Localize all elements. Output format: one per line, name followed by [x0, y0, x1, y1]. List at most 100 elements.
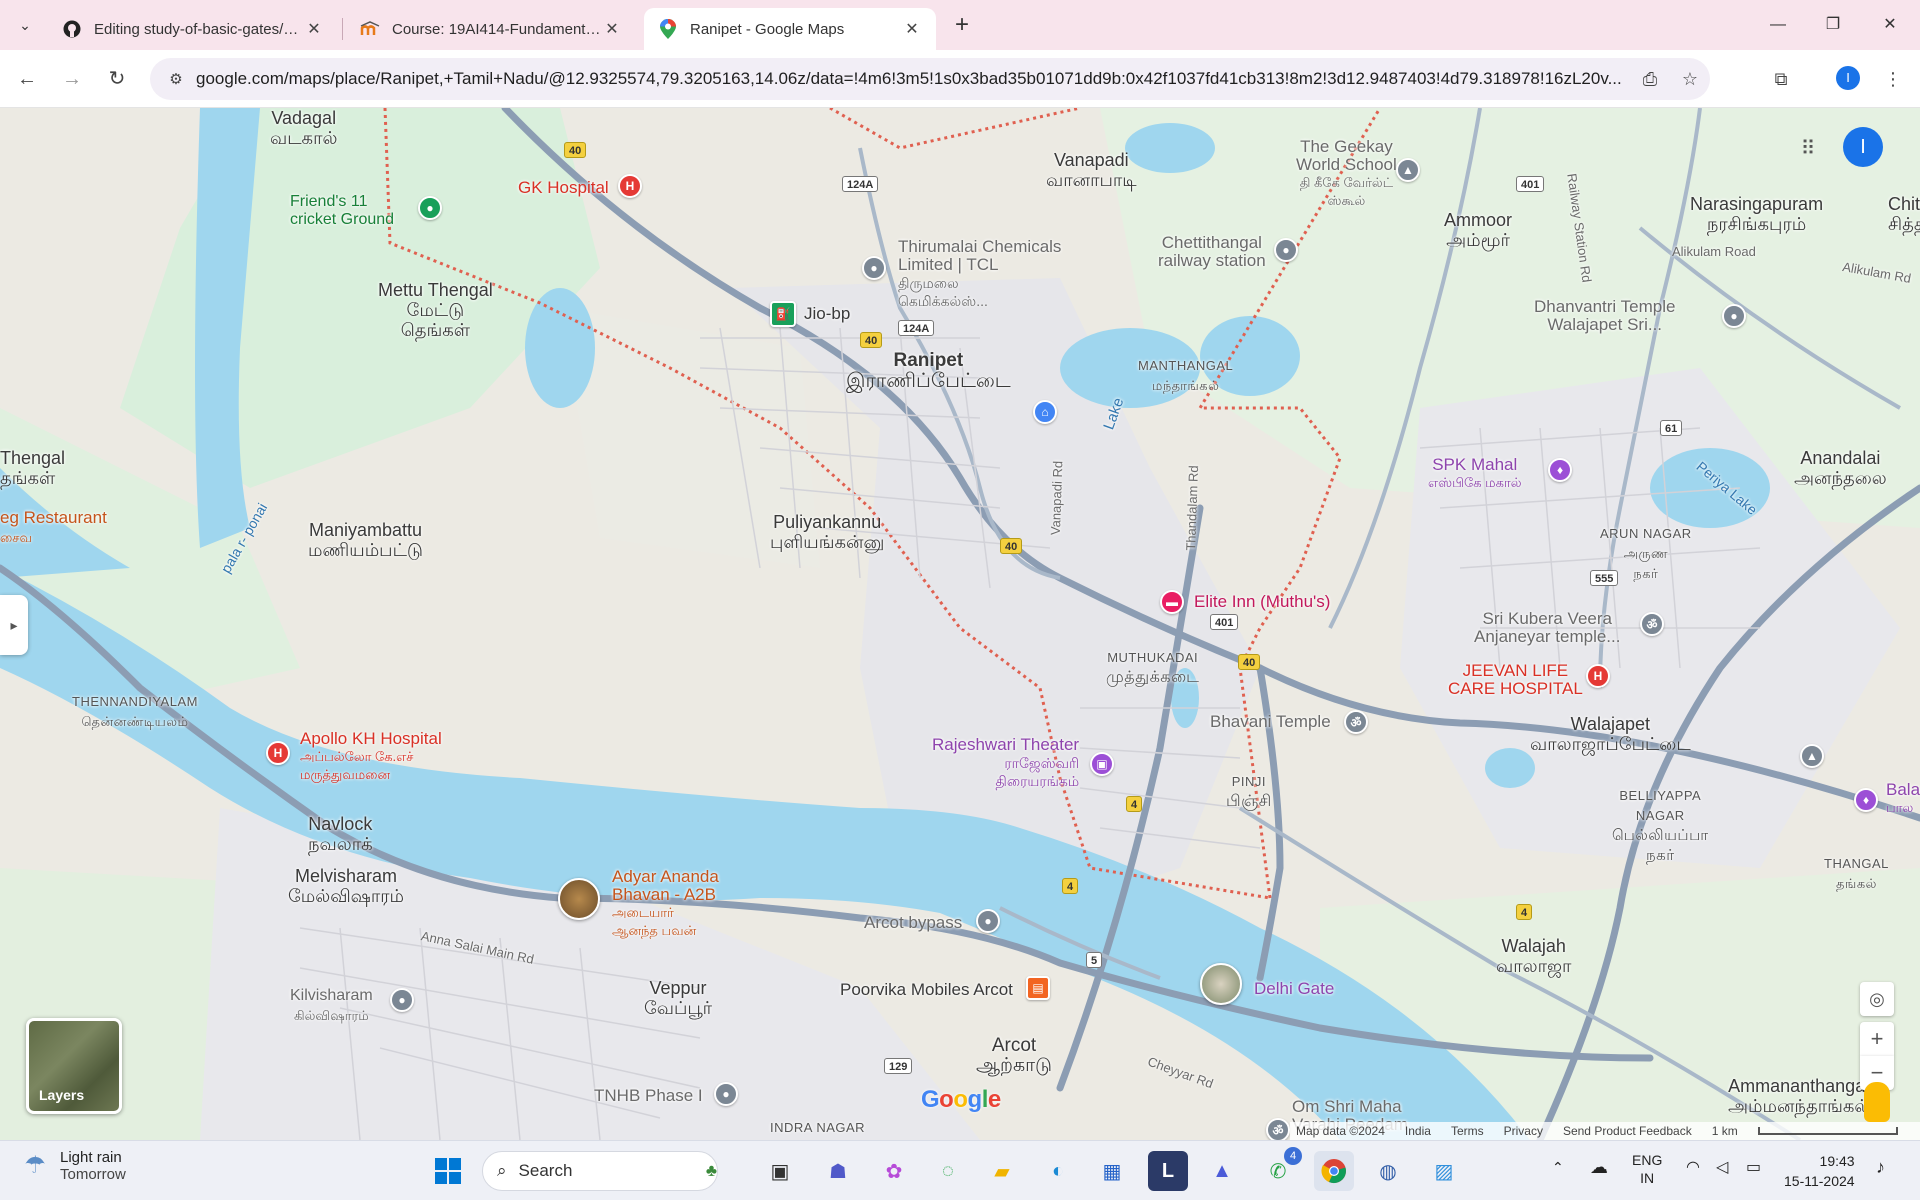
bookmark-star-icon[interactable]: ☆	[1670, 69, 1710, 90]
poi-label[interactable]: eg Restaurant சைவ	[0, 508, 107, 548]
copilot-icon[interactable]: ✿	[874, 1151, 914, 1191]
poi-label[interactable]: Bhavani Temple	[1210, 712, 1331, 732]
chrome-icon[interactable]	[1314, 1151, 1354, 1191]
privacy-link[interactable]: Privacy	[1504, 1124, 1543, 1138]
task-view-icon[interactable]: ▣	[760, 1151, 800, 1191]
temple-pin[interactable]: ॐ	[1266, 1118, 1290, 1140]
address-bar[interactable]: ⚙ google.com/maps/place/Ranipet,+Tamil+N…	[150, 58, 1710, 100]
restore-button[interactable]: ❐	[1813, 12, 1853, 38]
my-location-button[interactable]: ◎	[1860, 982, 1894, 1016]
back-button[interactable]: ←	[12, 64, 42, 94]
poi-label[interactable]: GK Hospital	[518, 178, 609, 198]
taskbar-search[interactable]: ⌕ Search ♣	[482, 1151, 718, 1191]
poi-label[interactable]: Friend's 11 cricket Ground	[290, 193, 394, 229]
volume-icon[interactable]: ◁	[1716, 1157, 1728, 1177]
tray-overflow-icon[interactable]: ⌃	[1552, 1159, 1564, 1176]
new-tab-button[interactable]: +	[948, 12, 976, 40]
install-app-icon[interactable]: ⎙	[1630, 69, 1670, 90]
country-link[interactable]: India	[1405, 1124, 1431, 1138]
notification-bell-icon[interactable]: ♪	[1876, 1157, 1885, 1178]
edge-icon[interactable]: ◐	[1038, 1151, 1078, 1191]
store-icon[interactable]: ▦	[1092, 1151, 1132, 1191]
app-a-icon[interactable]: ▲	[1202, 1151, 1242, 1191]
hospital-pin[interactable]: H	[618, 174, 642, 198]
close-icon[interactable]: ✕	[602, 19, 622, 39]
extensions-icon[interactable]: ⧉	[1766, 64, 1796, 94]
close-icon[interactable]: ✕	[902, 19, 922, 39]
temple-pin[interactable]: ●	[1722, 304, 1746, 328]
close-window-button[interactable]: ✕	[1870, 12, 1910, 38]
poi-label[interactable]: Sri Kubera Veera Anjaneyar temple...	[1474, 610, 1620, 646]
temple-pin[interactable]: ॐ	[1640, 612, 1664, 636]
street-view-pegman-icon[interactable]	[1864, 1082, 1890, 1122]
scale-label[interactable]: 1 km	[1712, 1124, 1738, 1138]
poi-pin[interactable]: ●	[418, 196, 442, 220]
poi-label[interactable]: SPK Mahal எஸ்பிகே மகால்	[1428, 456, 1521, 492]
poi-label[interactable]: JEEVAN LIFE CARE HOSPITAL	[1448, 662, 1583, 698]
google-apps-icon[interactable]: ⠿	[1794, 135, 1822, 163]
globe-app-icon[interactable]: ◍	[1368, 1151, 1408, 1191]
poi-label[interactable]: Thirumalai Chemicals Limited | TCL திருமலை…	[898, 238, 1061, 310]
school-pin[interactable]: ▲	[1396, 158, 1420, 182]
poi-label[interactable]: Elite Inn (Muthu's)	[1194, 592, 1330, 612]
feedback-link[interactable]: Send Product Feedback	[1563, 1124, 1692, 1138]
tab-course[interactable]: Course: 19AI414-Fundamentals ✕	[346, 8, 636, 50]
sync-app-icon[interactable]: ◌	[928, 1151, 968, 1191]
venue-pin[interactable]: ♦	[1854, 788, 1878, 812]
language-indicator[interactable]: ENG IN	[1632, 1151, 1662, 1187]
fuel-station-pin[interactable]: ⛽	[770, 301, 796, 327]
poi-label[interactable]: Poorvika Mobiles Arcot	[840, 980, 1013, 1000]
url-text[interactable]: google.com/maps/place/Ranipet,+Tamil+Nad…	[196, 69, 1630, 89]
onedrive-icon[interactable]: ☁	[1590, 1157, 1608, 1178]
photos-icon[interactable]: ▨	[1424, 1151, 1464, 1191]
hospital-pin[interactable]: H	[266, 741, 290, 765]
hotel-pin[interactable]: ▬	[1160, 590, 1184, 614]
place-pin[interactable]: ●	[976, 909, 1000, 933]
hospital-pin[interactable]: H	[1586, 664, 1610, 688]
start-button[interactable]	[428, 1151, 468, 1191]
poi-label[interactable]: Chettithangal railway station	[1158, 234, 1266, 270]
map-canvas[interactable]: Vadagal வடகால் Friend's 11 cricket Ground…	[0, 108, 1920, 1140]
tab-google-maps[interactable]: Ranipet - Google Maps ✕	[644, 8, 936, 50]
lens-app-icon[interactable]: L	[1148, 1151, 1188, 1191]
poi-label[interactable]: TNHB Phase I	[594, 1086, 703, 1106]
selected-place-pin[interactable]: ⌂	[1033, 400, 1057, 424]
place-pin[interactable]: ●	[714, 1082, 738, 1106]
poi-label[interactable]: Arcot bypass	[864, 913, 962, 933]
minimize-button[interactable]: —	[1758, 12, 1798, 38]
tab-search-button[interactable]: ⌄	[12, 12, 38, 38]
poi-label[interactable]: Bala பால	[1886, 781, 1920, 817]
poi-label[interactable]: Dhanvantri Temple Walajapet Sri...	[1534, 298, 1675, 334]
weather-widget[interactable]: ☂ Light rain Tomorrow	[20, 1149, 126, 1183]
school-pin[interactable]: ▲	[1800, 744, 1824, 768]
account-avatar[interactable]: I	[1843, 127, 1883, 167]
teams-icon[interactable]: ☗	[818, 1151, 858, 1191]
site-settings-icon[interactable]: ⚙	[156, 70, 196, 88]
menu-kebab-icon[interactable]: ⋮	[1878, 64, 1908, 94]
poi-label[interactable]: The Geekay World School தி கீகே வேர்ல்ட் ஸ்…	[1296, 138, 1397, 210]
station-pin[interactable]: ●	[1274, 238, 1298, 262]
zoom-in-button[interactable]: +	[1860, 1022, 1894, 1056]
layers-button[interactable]: Layers	[26, 1018, 122, 1114]
close-icon[interactable]: ✕	[304, 19, 324, 39]
whatsapp-icon[interactable]: ✆ 4	[1258, 1147, 1302, 1191]
venue-pin[interactable]: ♦	[1548, 458, 1572, 482]
wifi-icon[interactable]: ◠	[1686, 1157, 1700, 1177]
reload-button[interactable]: ↻	[102, 64, 132, 94]
theater-pin[interactable]: ▣	[1090, 752, 1114, 776]
poi-label[interactable]: Rajeshwari Theater ராஜேஸ்வரி திரையரங்கம்	[932, 736, 1079, 790]
place-pin[interactable]: ●	[390, 988, 414, 1012]
place-pin[interactable]: ●	[862, 256, 886, 280]
battery-icon[interactable]: ▭	[1746, 1157, 1761, 1177]
collapse-side-panel-button[interactable]: ▸	[0, 595, 28, 655]
profile-avatar[interactable]: I	[1836, 66, 1860, 90]
file-explorer-icon[interactable]: ▰	[982, 1151, 1022, 1191]
landmark-photo-pin[interactable]	[1200, 963, 1242, 1005]
clock[interactable]: 19:43 15-11-2024	[1784, 1151, 1855, 1191]
forward-button[interactable]: →	[57, 64, 87, 94]
tab-github[interactable]: Editing study-of-basic-gates/RE ✕	[48, 8, 338, 50]
temple-pin[interactable]: ॐ	[1344, 710, 1368, 734]
terms-link[interactable]: Terms	[1451, 1124, 1484, 1138]
store-pin[interactable]: ▤	[1026, 976, 1050, 1000]
poi-label[interactable]: Delhi Gate	[1254, 979, 1334, 999]
